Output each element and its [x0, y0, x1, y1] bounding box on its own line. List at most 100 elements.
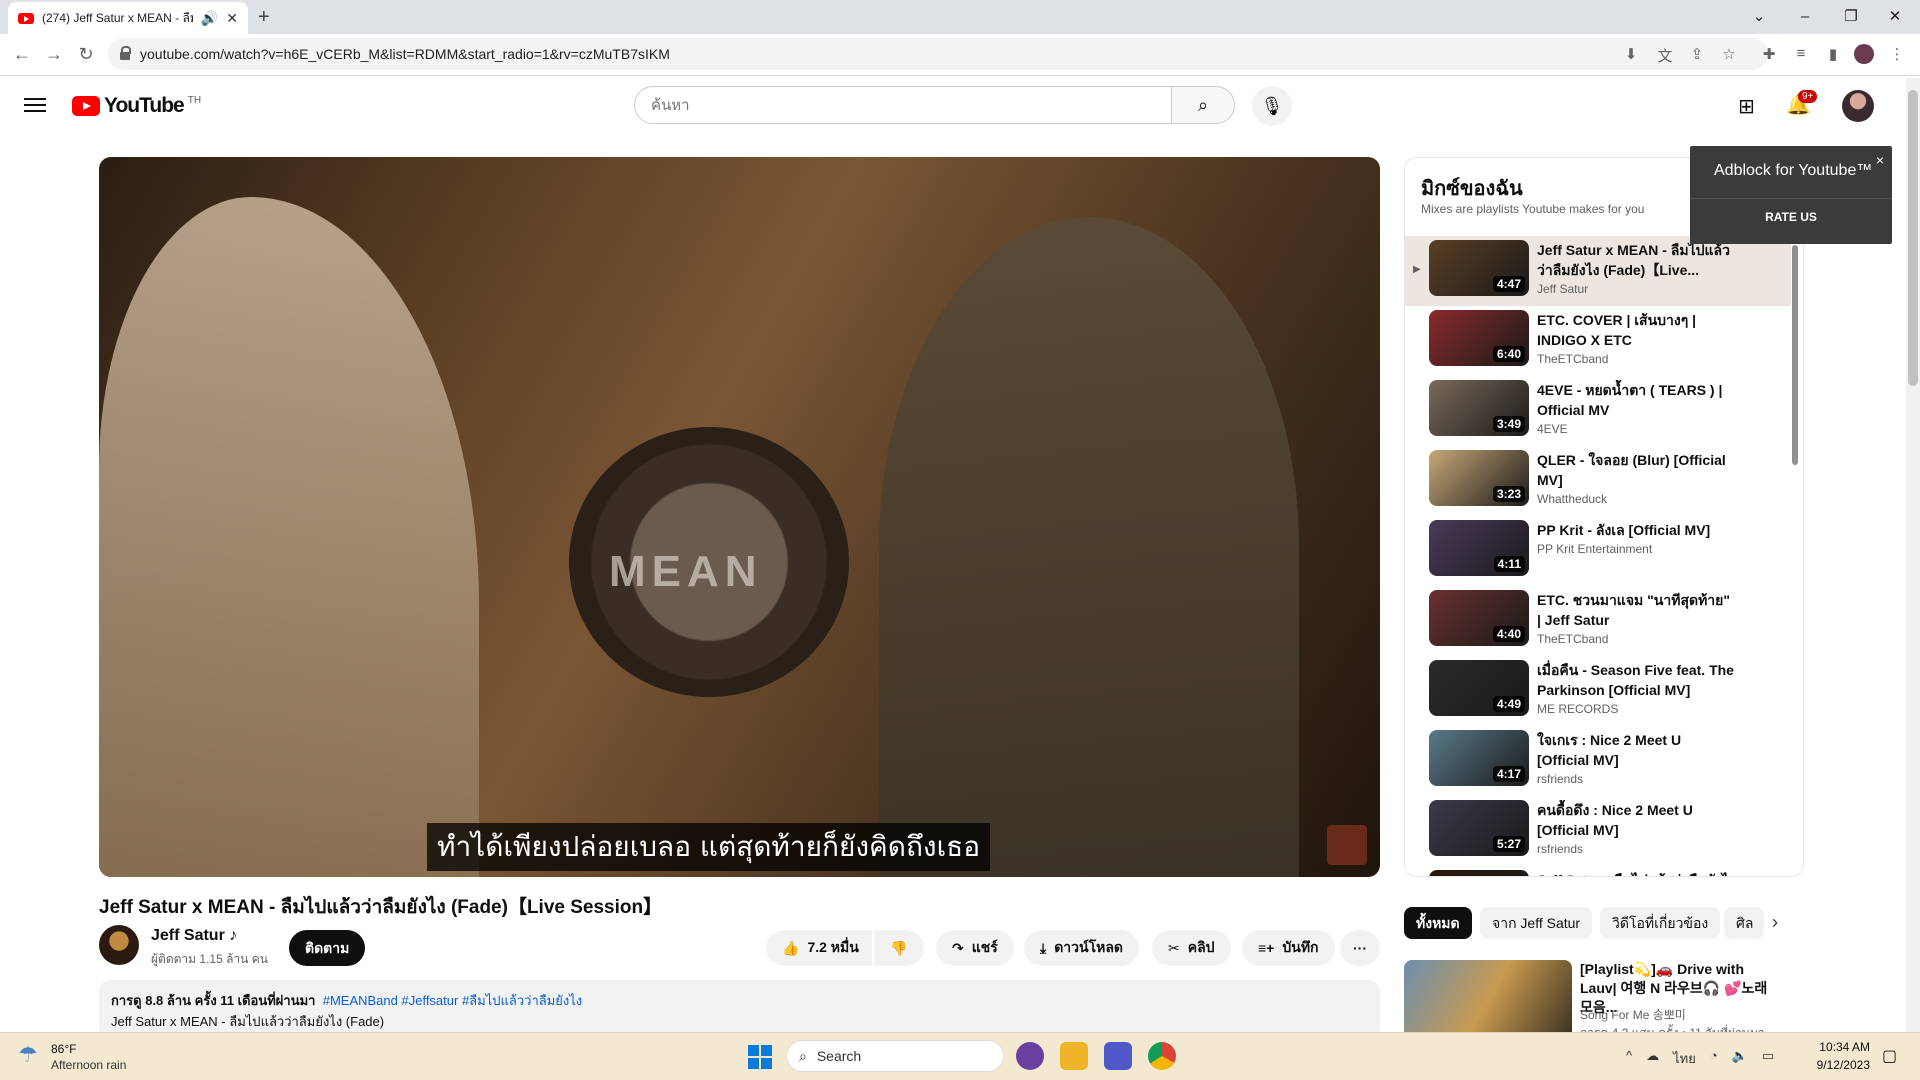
- chevron-right-icon[interactable]: ›: [1772, 912, 1778, 933]
- close-window-button[interactable]: ✕: [1872, 4, 1918, 30]
- new-tab-button[interactable]: +: [258, 6, 270, 29]
- chrome-menu-icon[interactable]: ⋮: [1886, 45, 1908, 63]
- video-thumbnail[interactable]: 3:23: [1429, 450, 1529, 506]
- speaker-icon[interactable]: 🔊: [201, 10, 218, 27]
- mix-item-title[interactable]: คนดื้อดึง : Nice 2 Meet U [Official MV]: [1537, 800, 1737, 840]
- dislike-button[interactable]: 👎: [874, 930, 924, 966]
- install-icon[interactable]: ⬇: [1620, 45, 1642, 63]
- save-button[interactable]: ≡+ บันทึก: [1242, 930, 1335, 966]
- list-item[interactable]: 3:23 QLER - ใจลอย (Blur) [Official MV] Wha…: [1405, 446, 1791, 516]
- tab-close-icon[interactable]: ✕: [226, 10, 238, 27]
- back-arrow-icon[interactable]: ←: [10, 44, 34, 65]
- list-item[interactable]: 4:40 ETC. ชวนมาแจม "นาทีสุดท้าย" | Jeff S…: [1405, 586, 1791, 656]
- github-desktop-icon[interactable]: [1016, 1042, 1044, 1070]
- video-player[interactable]: MEAN ทำได้เพียงปล่อยเบลอ แต่สุดท้ายก็ยัง…: [99, 157, 1380, 877]
- share-button[interactable]: ↷ แชร์: [936, 930, 1014, 966]
- rate-us-button[interactable]: RATE US: [1690, 210, 1892, 224]
- list-item[interactable]: 4:17 ใจเกเร : Nice 2 Meet U [Official MV]…: [1405, 726, 1791, 796]
- video-thumbnail[interactable]: 5:27: [1429, 800, 1529, 856]
- video-thumbnail[interactable]: 6:40: [1429, 310, 1529, 366]
- video-thumbnail[interactable]: 4:11: [1429, 520, 1529, 576]
- adblock-close-icon[interactable]: ×: [1876, 152, 1884, 168]
- language-indicator[interactable]: ไทย: [1673, 1048, 1696, 1069]
- download-button[interactable]: ⤓ ดาวน์โหลด: [1024, 930, 1140, 966]
- mix-item-title[interactable]: PP Krit - ลังเล [Official MV]: [1537, 520, 1737, 540]
- notification-center-icon[interactable]: ▢: [1882, 1046, 1897, 1066]
- list-item[interactable]: 5:27 คนดื้อดึง : Nice 2 Meet U [Official …: [1405, 796, 1791, 866]
- list-item[interactable]: Jeff Satur - ลืมไปแล้วว่าลืมยังไง: [1405, 866, 1791, 876]
- channel-watermark[interactable]: [1327, 825, 1367, 865]
- mix-item-title[interactable]: ETC. COVER | เส้นบางๆ | INDIGO X ETC: [1537, 310, 1737, 350]
- list-item[interactable]: 4:11 PP Krit - ลังเล [Official MV] PP Krit…: [1405, 516, 1791, 586]
- maximize-button[interactable]: ❐: [1828, 4, 1874, 30]
- video-thumbnail[interactable]: 3:49: [1429, 380, 1529, 436]
- create-video-icon[interactable]: ⊞: [1738, 94, 1755, 119]
- bookmark-star-icon[interactable]: ☆: [1718, 45, 1740, 63]
- reload-icon[interactable]: ↻: [74, 44, 98, 65]
- mix-item-title[interactable]: ETC. ชวนมาแจม "นาทีสุดท้าย" | Jeff Satur: [1537, 590, 1737, 630]
- search-icon[interactable]: ⌕: [1171, 86, 1235, 124]
- mix-item-title[interactable]: Jeff Satur - ลืมไปแล้วว่าลืมยังไง: [1537, 870, 1737, 876]
- list-item[interactable]: 3:49 4EVE - หยดน้ำตา ( TEARS ) | Official…: [1405, 376, 1791, 446]
- mix-scrollbar[interactable]: [1792, 245, 1798, 465]
- more-actions-button[interactable]: ···: [1340, 930, 1380, 966]
- chrome-taskbar-icon[interactable]: [1148, 1042, 1176, 1070]
- account-avatar[interactable]: [1842, 90, 1874, 122]
- microphone-icon[interactable]: 🎙: [1252, 86, 1292, 126]
- chevron-up-icon[interactable]: ^: [1626, 1048, 1632, 1069]
- list-item[interactable]: 4:49 เมื่อคืน - Season Five feat. The Par…: [1405, 656, 1791, 726]
- mix-item-title[interactable]: 4EVE - หยดน้ำตา ( TEARS ) | Official MV: [1537, 380, 1737, 420]
- mix-item-title[interactable]: เมื่อคืน - Season Five feat. The Parkins…: [1537, 660, 1737, 700]
- side-panel-icon[interactable]: ▮: [1822, 45, 1844, 63]
- forward-arrow-icon[interactable]: →: [42, 44, 66, 65]
- profile-avatar[interactable]: [1854, 44, 1874, 64]
- teams-icon[interactable]: [1104, 1042, 1132, 1070]
- taskbar-search[interactable]: ⌕ Search: [786, 1040, 1004, 1072]
- video-thumbnail[interactable]: 4:47: [1429, 240, 1529, 296]
- share-page-icon[interactable]: ⇪: [1686, 45, 1708, 63]
- channel-name[interactable]: Jeff Satur ♪: [151, 927, 237, 945]
- extensions-icon[interactable]: ✚: [1758, 45, 1780, 63]
- minimize-button[interactable]: –: [1782, 4, 1828, 30]
- onedrive-cloud-icon[interactable]: ☁: [1646, 1048, 1659, 1069]
- volume-icon[interactable]: 🔈: [1732, 1048, 1748, 1069]
- mix-item-title[interactable]: Jeff Satur x MEAN - ลืมไปแล้วว่าลืมยังไง…: [1537, 240, 1737, 280]
- file-explorer-icon[interactable]: [1060, 1042, 1088, 1070]
- mix-item-title[interactable]: ใจเกเร : Nice 2 Meet U [Official MV]: [1537, 730, 1737, 770]
- chip-related[interactable]: วิดีโอที่เกี่ยวข้อง: [1600, 907, 1721, 939]
- subscribe-button[interactable]: ติดตาม: [289, 930, 366, 966]
- video-thumbnail[interactable]: [1429, 870, 1529, 876]
- chip-all[interactable]: ทั้งหมด: [1404, 907, 1472, 939]
- list-item[interactable]: ▶ 4:47 Jeff Satur x MEAN - ลืมไปแล้วว่าลืม…: [1405, 236, 1791, 306]
- battery-icon[interactable]: ▭: [1762, 1048, 1774, 1069]
- recommendation-thumbnail[interactable]: [1404, 960, 1572, 1040]
- windows-start-icon[interactable]: [748, 1045, 772, 1069]
- weather-temperature[interactable]: 86°F: [51, 1042, 76, 1056]
- chip-artist[interactable]: ศิล: [1724, 907, 1764, 939]
- wifi-icon[interactable]: ◔: [1710, 1048, 1718, 1069]
- list-item[interactable]: 6:40 ETC. COVER | เส้นบางๆ | INDIGO X ETC…: [1405, 306, 1791, 376]
- browser-tab[interactable]: (274) Jeff Satur x MEAN - ลืมไ 🔊 ✕: [8, 2, 248, 34]
- clip-button[interactable]: ✂ คลิป: [1152, 930, 1231, 966]
- media-control-icon[interactable]: ≡: [1790, 45, 1812, 62]
- channel-avatar[interactable]: [99, 925, 139, 965]
- mix-item-title[interactable]: QLER - ใจลอย (Blur) [Official MV]: [1537, 450, 1737, 490]
- video-thumbnail[interactable]: 4:17: [1429, 730, 1529, 786]
- search-input[interactable]: [651, 96, 1155, 114]
- hashtags[interactable]: #MEANBand #Jeffsatur #ลืมไปแล้วว่าลืมยัง…: [323, 993, 582, 1008]
- video-thumbnail[interactable]: 4:49: [1429, 660, 1529, 716]
- video-thumbnail[interactable]: 4:40: [1429, 590, 1529, 646]
- chip-from-channel[interactable]: จาก Jeff Satur: [1480, 907, 1593, 939]
- description-box[interactable]: การดู 8.8 ล้าน ครั้ง 11 เดือนที่ผ่านมา #…: [99, 980, 1380, 1040]
- address-bar[interactable]: youtube.com/watch?v=h6E_vCERb_M&list=RDM…: [108, 38, 1768, 70]
- like-button[interactable]: 👍 7.2 หมื่น: [766, 930, 872, 966]
- page-scrollbar-thumb[interactable]: [1908, 90, 1918, 386]
- clock-time[interactable]: 10:34 AM: [1800, 1040, 1870, 1054]
- weather-rain-icon[interactable]: ☂: [18, 1042, 38, 1068]
- search-box[interactable]: [634, 86, 1172, 124]
- youtube-logo[interactable]: YouTube TH: [72, 94, 201, 118]
- clock-date[interactable]: 9/12/2023: [1800, 1058, 1870, 1072]
- menu-hamburger-icon[interactable]: [24, 94, 46, 116]
- translate-icon[interactable]: 文: [1654, 45, 1676, 66]
- tab-search-icon[interactable]: ⌄: [1736, 4, 1782, 30]
